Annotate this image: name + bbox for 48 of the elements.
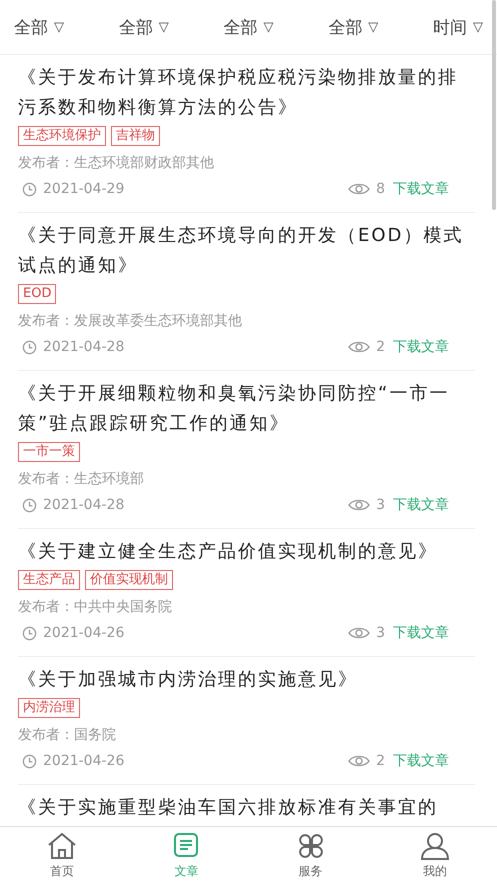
filter-dropdown[interactable]: 全部 ▽ <box>224 16 274 38</box>
publisher-text: 发布者：中共中央国务院 <box>18 598 173 616</box>
eye-icon <box>348 626 370 640</box>
eye-icon <box>348 754 370 768</box>
person-icon <box>418 831 451 861</box>
publisher-text: 发布者：发展改革委生态环境部其他 <box>18 312 243 330</box>
filter-dropdown[interactable]: 全部 ▽ <box>14 16 64 38</box>
clock-icon <box>22 626 37 640</box>
publisher-text: 发布者：生态环境部财政部其他 <box>18 154 215 172</box>
view-count: 2 <box>376 753 385 769</box>
date-text: 2021-04-28 <box>43 339 124 355</box>
tag: EOD <box>18 284 56 304</box>
date-text: 2021-04-29 <box>43 181 124 197</box>
clock-icon <box>22 754 37 768</box>
home-icon <box>46 831 78 861</box>
article-title[interactable]: 《关于实施重型柴油车国六排放标准有关事宜的 <box>18 793 475 823</box>
view-count: 3 <box>376 497 385 513</box>
eye-icon <box>348 182 370 196</box>
publisher-text: 发布者：国务院 <box>18 726 117 744</box>
article-title[interactable]: 《关于建立健全生态产品价值实现机制的意见》 <box>18 537 475 567</box>
eye-icon <box>348 340 370 354</box>
view-count: 2 <box>376 339 385 355</box>
nav-tab[interactable]: 首页 <box>36 827 88 883</box>
clock-icon <box>22 498 37 512</box>
view-count: 8 <box>376 181 385 197</box>
date-text: 2021-04-28 <box>43 497 124 513</box>
filter-dropdown[interactable]: 时间 ▽ <box>433 16 483 38</box>
date-text: 2021-04-26 <box>43 625 124 641</box>
date-text: 2021-04-26 <box>43 753 124 769</box>
article-title[interactable]: 《关于发布计算环境保护税应税污染物排放量的排污系数和物料衡算方法的公告》 <box>18 63 475 123</box>
article-title[interactable]: 《关于加强城市内涝治理的实施意见》 <box>18 665 475 695</box>
nav-tab[interactable]: 我的 <box>408 827 461 883</box>
tag: 生态产品 <box>18 570 80 590</box>
tag: 生态环境保护 <box>18 126 106 146</box>
filter-dropdown[interactable]: 全部 ▽ <box>328 16 378 38</box>
tag: 一市一策 <box>18 442 80 462</box>
clock-icon <box>22 182 37 196</box>
clock-icon <box>22 340 37 354</box>
tag: 价值实现机制 <box>85 570 173 590</box>
publisher-text: 发布者：生态环境部 <box>18 470 145 488</box>
nav-tab[interactable]: 服务 <box>284 827 337 883</box>
eye-icon <box>348 498 370 512</box>
view-count: 3 <box>376 625 385 641</box>
tag: 内涝治理 <box>18 698 80 718</box>
article-title[interactable]: 《关于开展细颗粒物和臭氧污染协同防控“一市一策”驻点跟踪研究工作的通知》 <box>18 379 475 439</box>
filter-dropdown[interactable]: 全部 ▽ <box>118 16 169 38</box>
tag: 吉祥物 <box>111 126 160 146</box>
article-title[interactable]: 《关于同意开展生态环境导向的开发（EOD）模式试点的通知》 <box>18 221 475 281</box>
